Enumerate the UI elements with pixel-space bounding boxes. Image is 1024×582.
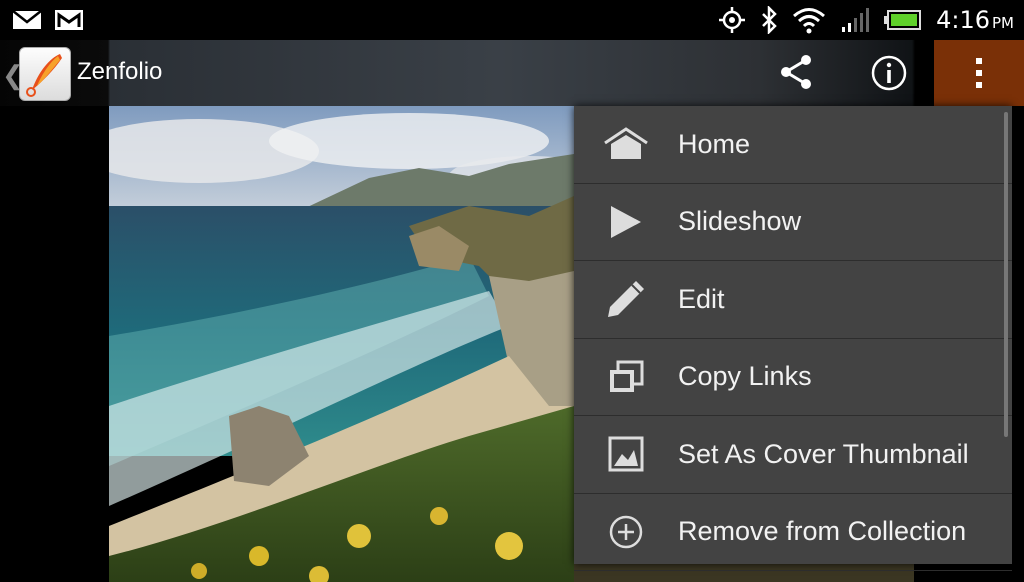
share-icon[interactable] [776, 52, 816, 92]
menu-item-home[interactable]: Home [574, 106, 1012, 184]
menu-item-label: Copy Links [678, 361, 812, 392]
menu-item-edit[interactable]: Edit [574, 261, 1012, 339]
app-title: Zenfolio [77, 58, 163, 85]
menu-item-label: Home [678, 128, 751, 159]
info-icon[interactable] [868, 52, 910, 94]
status-bar: 4:16 PM [0, 0, 1024, 40]
gmail-icon [54, 9, 84, 31]
zenfolio-logo-icon [26, 54, 62, 97]
copy-links-icon [574, 360, 678, 394]
add-circle-icon [574, 514, 678, 550]
home-icon [574, 127, 678, 161]
overflow-menu-button[interactable] [934, 40, 1024, 106]
overflow-menu: Home Slideshow Edit Copy Links Set As Co… [574, 106, 1012, 571]
menu-item-label: Slideshow [678, 206, 802, 237]
menu-item-label: Remove from Collection [678, 516, 967, 547]
pencil-icon [574, 279, 678, 319]
menu-item-set-cover-thumbnail[interactable]: Set As Cover Thumbnail [574, 416, 1012, 494]
overflow-menu-icon [976, 58, 982, 88]
photo[interactable] [109, 106, 574, 582]
gps-icon [718, 6, 746, 34]
menu-item-label: Edit [678, 283, 725, 314]
image-icon [574, 436, 678, 472]
app-logo[interactable] [19, 47, 71, 101]
bluetooth-icon [760, 6, 778, 34]
clock: 4:16 PM [936, 6, 1014, 34]
action-bar: ❮ Zenfolio [0, 40, 1024, 106]
menu-item-copy-links[interactable]: Copy Links [574, 339, 1012, 416]
email-icon [12, 10, 42, 30]
play-icon [574, 204, 678, 240]
menu-scrollbar[interactable] [1004, 112, 1008, 437]
signal-icon [840, 7, 870, 33]
battery-icon [884, 9, 922, 31]
wifi-icon [792, 6, 826, 34]
menu-item-slideshow[interactable]: Slideshow [574, 184, 1012, 261]
menu-item-label: Set As Cover Thumbnail [678, 438, 969, 469]
menu-item-remove-from-collection[interactable]: Remove from Collection [574, 494, 1012, 571]
